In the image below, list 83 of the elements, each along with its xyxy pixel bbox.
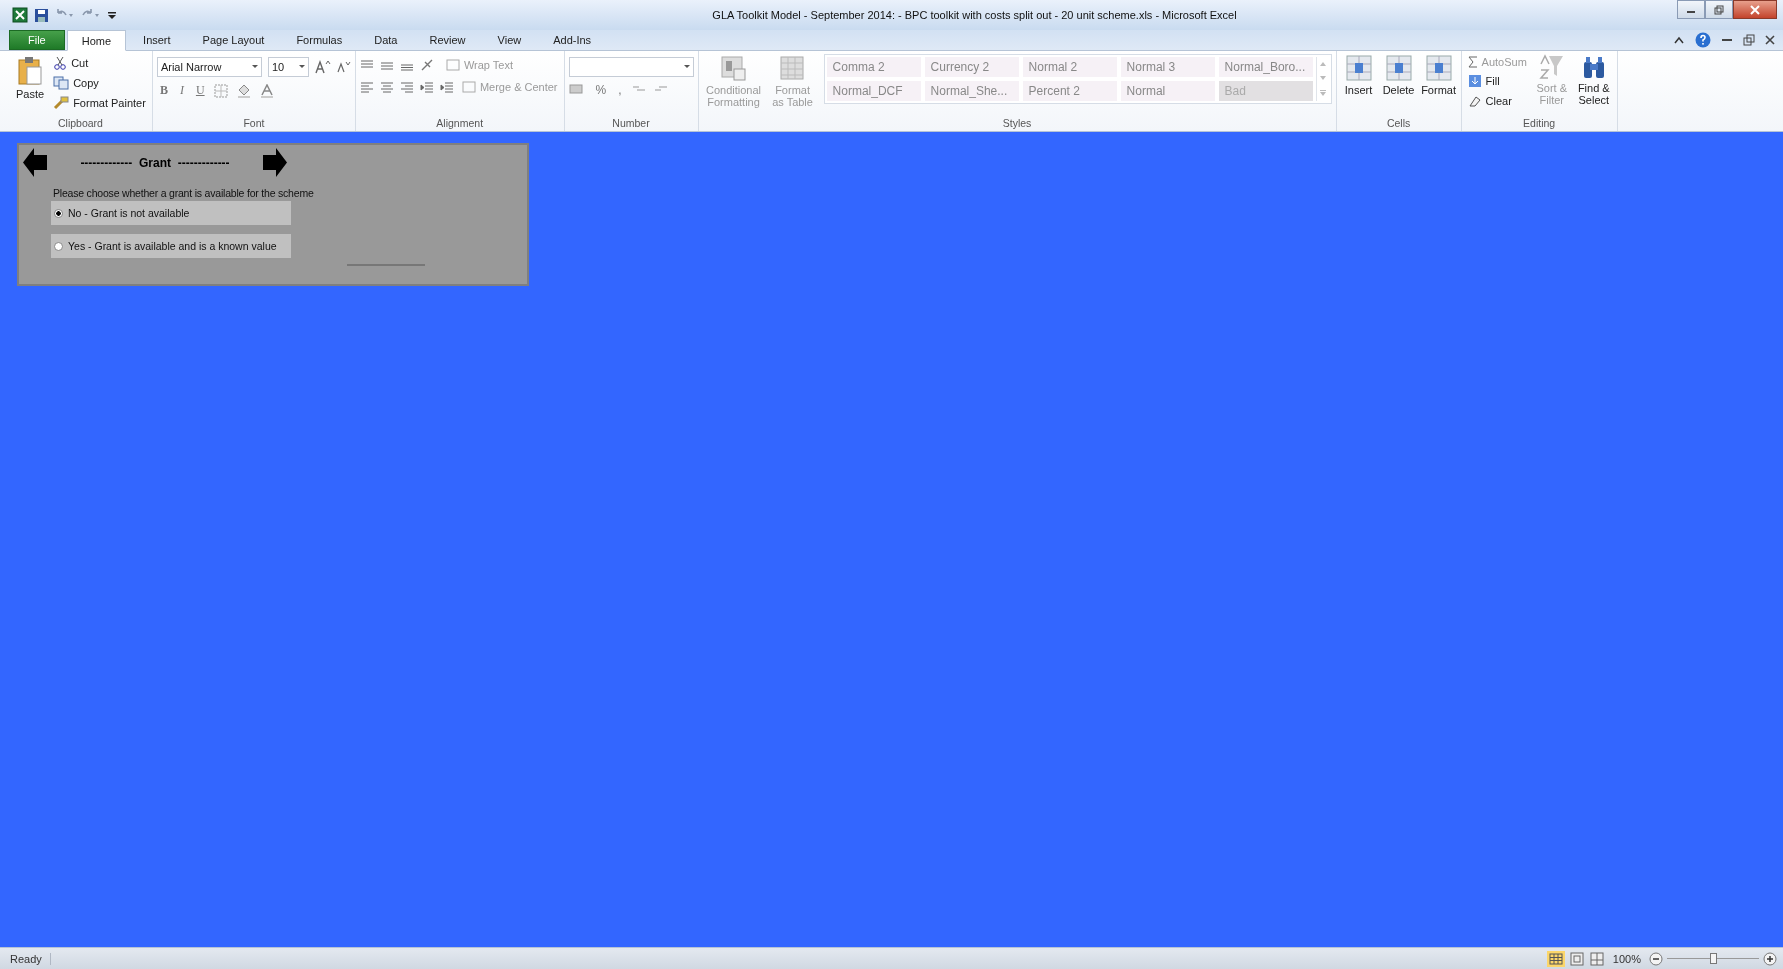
help-icon[interactable] xyxy=(1695,32,1711,48)
decrease-indent-icon[interactable] xyxy=(419,81,434,93)
restore-icon xyxy=(1714,4,1724,15)
minimize-button[interactable] xyxy=(1677,0,1705,19)
window-title: GLA Toolkit Model - September 2014: - BPC toolkit with costs split out - 20 unit scheme.xls - Microsoft Excel xyxy=(711,9,1238,21)
ribbon-tab[interactable]: Insert xyxy=(128,30,186,50)
restore-button[interactable] xyxy=(1705,0,1733,19)
panel-title: ------------- Grant ------------- xyxy=(79,155,231,170)
page-break-icon[interactable] xyxy=(1588,950,1605,967)
table-icon xyxy=(779,56,806,82)
cells-button[interactable]: Format xyxy=(1420,54,1457,96)
percent-button[interactable]: % xyxy=(592,83,610,97)
radio-option[interactable]: Yes - Grant is available and is a known value xyxy=(51,234,291,258)
font-color-icon[interactable] xyxy=(259,83,274,98)
page-layout-icon[interactable] xyxy=(1568,950,1585,967)
clear-button[interactable]: Clear xyxy=(1465,92,1529,110)
group-label: Styles xyxy=(1001,117,1033,131)
ribbon-tab[interactable]: Page Layout xyxy=(187,30,280,50)
cells-icon xyxy=(1344,54,1373,82)
brush-icon xyxy=(53,96,70,110)
shrink-font-icon[interactable] xyxy=(336,61,351,73)
group-label: Cells xyxy=(1385,117,1412,131)
group-label: Clipboard xyxy=(56,117,104,131)
cells-button[interactable]: Delete xyxy=(1380,54,1417,96)
status-text: Ready xyxy=(10,952,51,965)
fill-down-icon xyxy=(1467,74,1482,88)
close-button[interactable] xyxy=(1733,0,1777,19)
excel-logo-icon[interactable] xyxy=(12,7,28,23)
ribbon-tab[interactable]: Home xyxy=(66,30,127,51)
back-arrow-icon[interactable] xyxy=(23,148,47,177)
ribbon-tab[interactable]: Review xyxy=(414,30,481,50)
radio-button[interactable] xyxy=(54,241,63,251)
ribbon-tab[interactable]: Formulas xyxy=(281,30,358,50)
cut-button[interactable]: Cut xyxy=(51,54,148,72)
ribbon-tab[interactable]: Add-Ins xyxy=(538,30,607,50)
ribbon-tab[interactable]: Data xyxy=(359,30,413,50)
font-size-dropdown[interactable]: 10 xyxy=(267,57,309,77)
save-icon[interactable] xyxy=(34,7,49,23)
underline-button[interactable]: U xyxy=(192,83,208,98)
group-label: Font xyxy=(242,117,266,131)
option-label: No - Grant is not available xyxy=(68,207,190,219)
customize-menu-icon[interactable] xyxy=(107,9,117,21)
cells-icon xyxy=(1384,54,1413,82)
scissors-icon xyxy=(53,56,68,70)
close-icon[interactable] xyxy=(1765,35,1775,45)
grow-font-icon[interactable] xyxy=(314,60,331,74)
copy-button[interactable]: Copy xyxy=(51,74,148,92)
radio-button[interactable] xyxy=(54,208,63,218)
zoom-level[interactable]: 100% xyxy=(1612,952,1641,965)
group-label: Number xyxy=(611,117,651,131)
option-label: Yes - Grant is available and is a known value xyxy=(68,240,277,252)
wrap-text-icon xyxy=(445,59,460,71)
fill-button[interactable]: Fill xyxy=(1465,72,1529,90)
italic-button[interactable]: I xyxy=(176,83,187,98)
zoom-in-icon[interactable] xyxy=(1763,951,1777,966)
find-select-button[interactable]: Find & Select xyxy=(1574,54,1613,106)
collapse-ribbon-icon[interactable] xyxy=(1673,35,1685,45)
ribbon-tab[interactable]: File xyxy=(9,30,65,50)
clipboard-icon xyxy=(17,56,44,86)
group-label: Editing xyxy=(1522,117,1557,131)
ribbon-tab[interactable]: View xyxy=(482,30,537,50)
sort-filter-icon xyxy=(1538,54,1565,80)
radio-option[interactable]: No - Grant is not available xyxy=(51,201,291,225)
increase-indent-icon[interactable] xyxy=(439,81,454,93)
sigma-icon xyxy=(1467,56,1478,68)
prompt-text: Please choose whether a grant is available for the scheme xyxy=(53,187,315,199)
close-icon xyxy=(1749,4,1761,15)
cells-button[interactable]: Insert xyxy=(1340,54,1377,96)
cells-icon xyxy=(1424,54,1453,82)
font-name-dropdown[interactable]: Arial Narrow xyxy=(156,57,262,77)
zoom-out-icon[interactable] xyxy=(1649,951,1663,966)
group-label: Alignment xyxy=(435,117,485,131)
bold-button[interactable]: B xyxy=(156,83,171,98)
restore-icon[interactable] xyxy=(1743,34,1755,46)
format-painter-button[interactable]: Format Painter xyxy=(51,94,148,112)
paste-button[interactable]: Paste xyxy=(13,54,48,102)
normal-view-icon[interactable] xyxy=(1546,950,1565,967)
eraser-icon xyxy=(1467,94,1482,108)
conditional-formatting-icon xyxy=(720,56,747,82)
comma-button[interactable]: , xyxy=(615,83,625,97)
forward-arrow-icon[interactable] xyxy=(263,148,287,177)
merge-icon xyxy=(461,81,476,93)
copy-icon xyxy=(53,76,70,90)
